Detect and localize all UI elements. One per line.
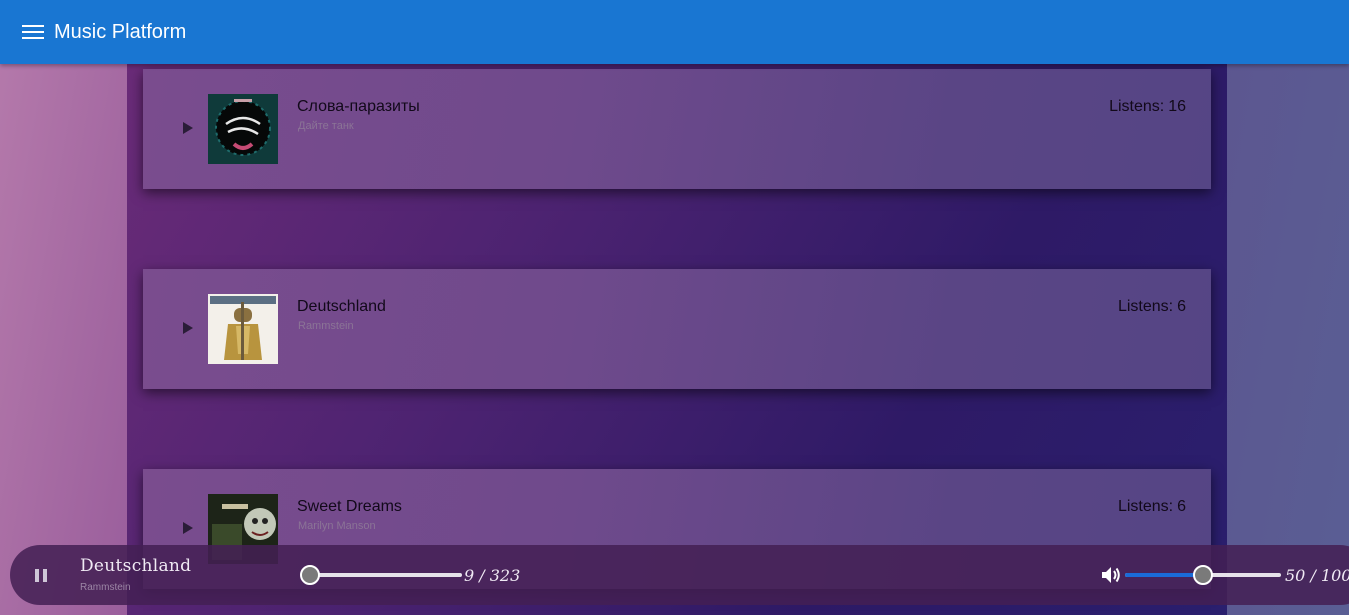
track-title: Слова-паразиты: [297, 98, 420, 115]
progress-slider[interactable]: [306, 573, 462, 577]
play-icon[interactable]: [183, 522, 193, 534]
listens-label: Listens:: [1109, 98, 1165, 115]
listens-value: 16: [1168, 98, 1186, 115]
listens-label: Listens:: [1117, 498, 1174, 515]
album-cover: [208, 294, 278, 364]
player-bar: Deutschland Rammstein 9 / 323 50 / 100: [10, 545, 1349, 605]
app-title: Music Platform: [54, 20, 187, 43]
track-title: Sweet Dreams: [297, 498, 402, 515]
play-icon[interactable]: [183, 322, 193, 334]
hamburger-menu-icon[interactable]: [22, 21, 44, 43]
listens-count: Listens: 6: [1118, 498, 1186, 516]
volume-slider-thumb[interactable]: [1193, 565, 1213, 585]
now-playing-title: Deutschland: [80, 556, 192, 576]
volume-fill: [1125, 573, 1203, 577]
volume-label: 50 / 100: [1285, 566, 1349, 585]
track-artist: Дайте танк: [298, 120, 354, 132]
track-card[interactable]: Слова-паразиты Дайте танк Listens: 16: [143, 69, 1211, 189]
progress-slider-thumb[interactable]: [300, 565, 321, 585]
track-card[interactable]: Deutschland Rammstein Listens: 6: [143, 269, 1211, 389]
pause-icon[interactable]: [35, 569, 47, 582]
track-title: Deutschland: [297, 298, 386, 315]
now-playing-artist: Rammstein: [80, 582, 131, 593]
album-cover: [208, 94, 278, 164]
listens-value: 6: [1177, 298, 1186, 315]
listens-value: 6: [1177, 498, 1186, 515]
listens-label: Listens:: [1117, 298, 1174, 315]
track-list: Слова-паразиты Дайте танк Listens: 16 Deu…: [127, 64, 1227, 615]
app-bar: Music Platform: [0, 0, 1349, 64]
play-icon[interactable]: [183, 122, 193, 134]
listens-count: Listens: 6: [1118, 298, 1186, 316]
track-artist: Rammstein: [298, 320, 354, 332]
listens-count: Listens: 16: [1109, 98, 1186, 116]
track-artist: Marilyn Manson: [298, 520, 376, 532]
time-label: 9 / 323: [464, 566, 521, 585]
volume-icon[interactable]: [1100, 565, 1122, 585]
